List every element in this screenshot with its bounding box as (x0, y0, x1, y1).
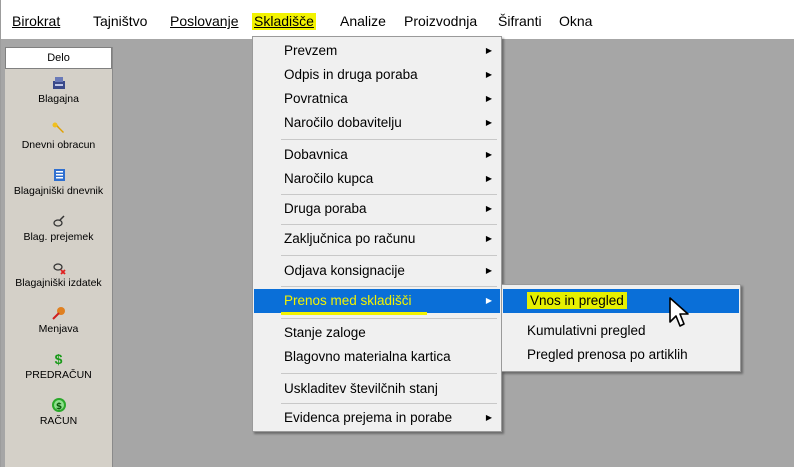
sidebar-item-label: PREDRAČUN (25, 369, 92, 381)
menu-item-prenos-med-skladisci[interactable]: Prenos med skladišči ▶ (254, 289, 500, 313)
prenos-submenu: Vnos in pregled Kumulativni pregled Preg… (501, 284, 741, 372)
menu-item-narocilo-dobavitelju[interactable]: Naročilo dobavitelju ▶ (254, 111, 500, 135)
sidebar-item-racun[interactable]: $ RAČUN (5, 397, 112, 427)
sidebar-item-label: RAČUN (39, 415, 78, 427)
sidebar-item-label: Dnevni obracun (21, 139, 96, 151)
menu-item-narocilo-kupca[interactable]: Naročilo kupca ▶ (254, 167, 500, 191)
sidebar-item-label: Blagajna (38, 93, 79, 105)
chevron-right-icon: ▶ (485, 70, 492, 79)
chevron-right-icon: ▶ (485, 94, 492, 103)
menu-item-dobavnica[interactable]: Dobavnica ▶ (254, 143, 500, 167)
menu-tajnistvo[interactable]: Tajništvo (91, 13, 149, 30)
menu-item-druga-poraba[interactable]: Druga poraba ▶ (254, 197, 500, 221)
sidebar-item-label: Blagajniški izdatek (15, 277, 102, 289)
sidebar-item-menjava[interactable]: Menjava (5, 305, 112, 335)
sidebar-item-blagajniski-izdatek[interactable]: Blagajniški izdatek (5, 259, 112, 289)
menu-separator (281, 224, 497, 225)
menu-separator (281, 373, 497, 374)
mouse-cursor-icon (668, 296, 690, 333)
wrench-icon (51, 121, 67, 137)
chevron-right-icon: ▶ (485, 413, 492, 422)
menu-item-povratnica[interactable]: Povratnica ▶ (254, 87, 500, 111)
menu-separator (281, 255, 497, 256)
chevron-right-icon: ▶ (485, 118, 492, 127)
sidebar-item-blag-prejemek[interactable]: Blag. prejemek (5, 213, 112, 243)
menu-item-uskladitev[interactable]: Uskladitev številčnih stanj (254, 377, 500, 401)
menu-item-stanje-zaloge[interactable]: Stanje zaloge (254, 321, 500, 345)
chevron-right-icon: ▶ (485, 234, 492, 243)
app-window: Birokrat Tajništvo Poslovanje Skladišče … (0, 0, 794, 467)
submenu-item-vnos-in-pregled[interactable]: Vnos in pregled (503, 289, 739, 313)
menu-item-prevzem[interactable]: Prevzem ▶ (254, 39, 500, 63)
sidebar-item-blagajna[interactable]: Blagajna (5, 75, 112, 105)
menu-separator (281, 286, 497, 287)
submenu-item-kumulativni-pregled[interactable]: Kumulativni pregled (503, 319, 739, 343)
menu-skladisce[interactable]: Skladišče (252, 13, 316, 30)
menu-poslovanje[interactable]: Poslovanje (168, 13, 241, 30)
dollar-icon: $ (54, 351, 63, 367)
exchange-icon (51, 305, 67, 321)
menu-item-odpis[interactable]: Odpis in druga poraba ▶ (254, 63, 500, 87)
menu-item-zakljucnica[interactable]: Zaključnica po računu ▶ (254, 227, 500, 251)
menu-okna[interactable]: Okna (557, 13, 594, 30)
sidebar-item-predracun[interactable]: $ PREDRAČUN (5, 351, 112, 381)
chevron-right-icon: ▶ (485, 46, 492, 55)
menu-birokrat[interactable]: Birokrat (10, 13, 62, 30)
sidebar-item-blagajniski-dnevnik[interactable]: Blagajniški dnevnik (5, 167, 112, 197)
menu-sifranti[interactable]: Šifranti (496, 13, 544, 30)
menu-bar: Birokrat Tajništvo Poslovanje Skladišče … (1, 6, 794, 36)
dollar-coin-icon: $ (51, 397, 67, 413)
sidebar-item-label: Blag. prejemek (23, 231, 94, 243)
menu-separator (281, 139, 497, 140)
chevron-right-icon: ▶ (485, 266, 492, 275)
sidebar-item-label: Menjava (38, 323, 79, 335)
menu-separator (281, 318, 497, 319)
sidebar: Delo Blagajna Dnevni obracun Blagajniški… (5, 47, 113, 467)
ledger-icon (51, 167, 67, 183)
chevron-right-icon: ▶ (485, 174, 492, 183)
menu-item-evidenca-prejema[interactable]: Evidenca prejema in porabe ▶ (254, 406, 500, 430)
chevron-right-icon: ▶ (485, 296, 492, 305)
chevron-right-icon: ▶ (485, 204, 492, 213)
receipt-out-icon (51, 259, 67, 275)
sidebar-item-dnevni-obracun[interactable]: Dnevni obracun (5, 121, 112, 151)
submenu-item-pregled-prenosa[interactable]: Pregled prenosa po artiklih (503, 343, 739, 367)
receipt-in-icon (51, 213, 67, 229)
sidebar-item-label: Blagajniški dnevnik (13, 185, 104, 197)
menu-analize[interactable]: Analize (338, 13, 388, 30)
svg-text:$: $ (55, 402, 61, 412)
skladisce-dropdown: Prevzem ▶ Odpis in druga poraba ▶ Povratni… (252, 36, 502, 432)
menu-proizvodnja[interactable]: Proizvodnja (402, 13, 479, 30)
yellow-highlight-marker (281, 312, 427, 315)
menu-item-odjava-konsignacije[interactable]: Odjava konsignacije ▶ (254, 259, 500, 283)
cash-register-icon (51, 75, 67, 91)
sidebar-header: Delo (5, 47, 112, 69)
menu-separator (281, 403, 497, 404)
menu-item-blagovno-materialna-kartica[interactable]: Blagovno materialna kartica (254, 345, 500, 369)
menu-separator (281, 194, 497, 195)
chevron-right-icon: ▶ (485, 150, 492, 159)
